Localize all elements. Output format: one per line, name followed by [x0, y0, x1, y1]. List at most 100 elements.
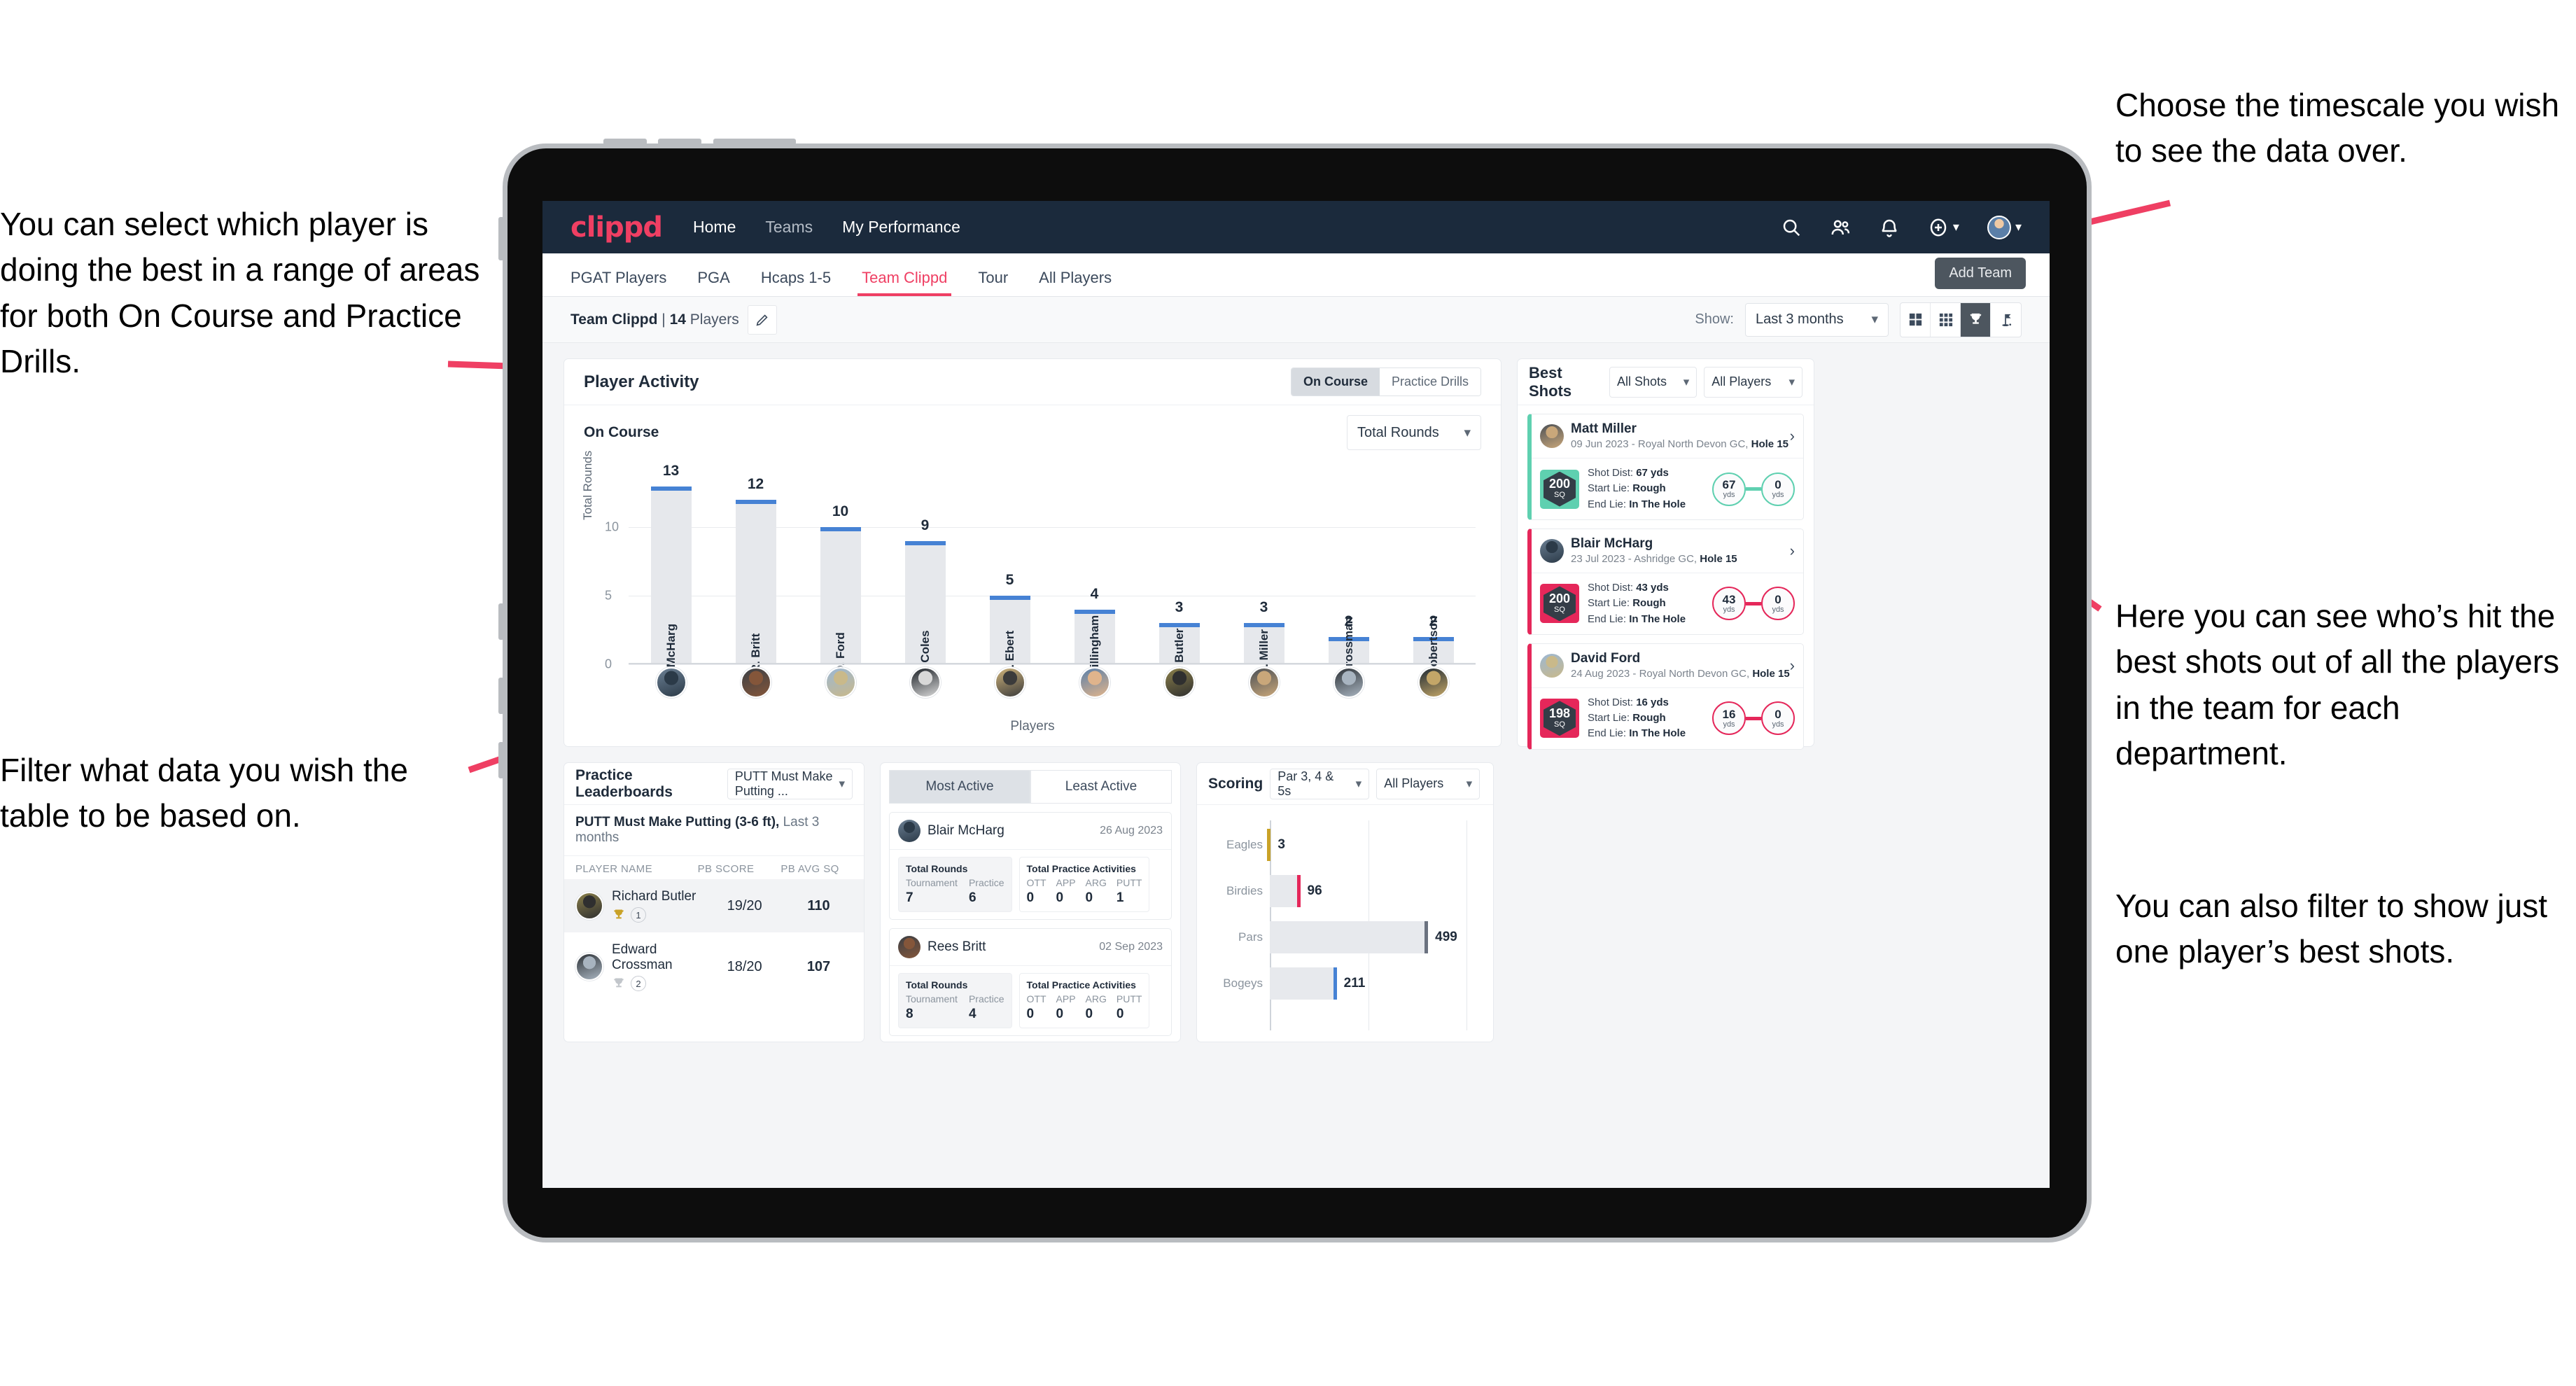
putt-stat: PUTT 0: [1116, 993, 1142, 1022]
bell-icon[interactable]: [1879, 217, 1900, 238]
tab-pga[interactable]: PGA: [697, 269, 729, 296]
scoring-player-select[interactable]: All Players ▾: [1376, 768, 1480, 799]
shot-type-select[interactable]: All Shots ▾: [1609, 366, 1698, 398]
best-shots-player-value: All Players: [1712, 374, 1772, 388]
chevron-right-icon[interactable]: ›: [1790, 657, 1795, 675]
chart-player-avatars: [629, 667, 1476, 698]
tournament-stat: Tournament 7: [906, 877, 958, 906]
activity-item[interactable]: Blair McHarg 26 Aug 2023 Total Rounds To…: [889, 812, 1172, 920]
chart-bar[interactable]: 2 E. Crossman: [1328, 613, 1369, 690]
shot-distance-diagram: 43 yds 0 yds: [1712, 587, 1795, 621]
chart-bar[interactable]: 12 R. Britt: [735, 476, 776, 673]
end-distance-value: 0: [1774, 592, 1782, 606]
chart-bar[interactable]: 2 C. Robertson: [1413, 613, 1454, 690]
chart-player-avatar[interactable]: [1418, 667, 1449, 698]
chart-bar-cap: [1243, 623, 1284, 628]
activity-item[interactable]: Rees Britt 02 Sep 2023 Total Rounds Tour…: [889, 928, 1172, 1036]
arg-value: 0: [1085, 890, 1093, 905]
leaderboard-row[interactable]: Edward Crossman 2 18/20 107: [564, 932, 864, 1001]
par-select[interactable]: Par 3, 4 & 5s ▾: [1270, 768, 1370, 799]
chart-player-avatar[interactable]: [994, 667, 1026, 698]
scoring-bar-row[interactable]: Birdies 96: [1226, 875, 1322, 907]
shot-start-distance: 67 yds: [1712, 472, 1746, 506]
scoring-bar-row[interactable]: Pars 499: [1238, 921, 1457, 953]
chart-bar-cap: [1158, 623, 1200, 628]
show-label: Show:: [1695, 312, 1734, 327]
tab-hcaps-1-5[interactable]: Hcaps 1-5: [761, 269, 831, 296]
chart-player-avatar[interactable]: [1248, 667, 1280, 698]
best-shot-item[interactable]: Matt Miller 09 Jun 2023 - Royal North De…: [1527, 414, 1804, 520]
ott-label: OTT: [1026, 877, 1046, 888]
chart-bar[interactable]: 13 B. McHarg: [650, 463, 692, 682]
chart-bar[interactable]: 10 D. Ford: [820, 503, 861, 674]
search-icon[interactable]: [1781, 217, 1802, 238]
putt-label: PUTT: [1116, 993, 1142, 1004]
toggle-on-course[interactable]: On Course: [1291, 368, 1380, 396]
chart-player-avatar[interactable]: [740, 667, 771, 698]
activity-card: Most Active Least Active Blair McHarg 26…: [880, 762, 1181, 1042]
chevron-down-icon-profile[interactable]: ▾: [2015, 220, 2022, 234]
golf-flag-icon[interactable]: [1991, 303, 2021, 337]
chart-bar[interactable]: 3 M. Miller: [1243, 599, 1284, 677]
chart-player-avatar[interactable]: [825, 667, 856, 698]
rank-badge: 1: [631, 907, 646, 923]
chart-bar[interactable]: 9 J. Coles: [904, 517, 946, 676]
chart-player-avatar[interactable]: [1333, 667, 1364, 698]
tab-tour[interactable]: Tour: [978, 269, 1008, 296]
tab-team-clippd[interactable]: Team Clippd: [858, 269, 952, 296]
chart-bar[interactable]: 3 R. Butler: [1158, 599, 1200, 678]
timescale-select[interactable]: Last 3 months ▾: [1745, 302, 1889, 337]
chevron-right-icon[interactable]: ›: [1790, 427, 1795, 445]
grid-small-icon[interactable]: [1931, 302, 1961, 337]
edit-team-button[interactable]: [747, 304, 777, 335]
leaderboard-badges: 1: [612, 907, 704, 923]
best-shot-player: Matt Miller: [1571, 421, 1637, 436]
tournament-label: Tournament: [906, 877, 958, 888]
shot-distance-diagram: 67 yds 0 yds: [1712, 472, 1795, 506]
start-lie-line: Start Lie: Rough: [1588, 482, 1666, 495]
chart-player-avatar[interactable]: [655, 667, 687, 698]
trophy-icon[interactable]: [1961, 302, 1991, 337]
nav-link-teams[interactable]: Teams: [765, 218, 813, 237]
ott-stat: OTT 0: [1027, 877, 1046, 906]
chevron-down-icon-add[interactable]: ▾: [1953, 220, 1959, 234]
tab-most-active[interactable]: Most Active: [889, 770, 1030, 804]
avatar[interactable]: [1987, 215, 2011, 239]
metric-select[interactable]: Total Rounds ▾: [1347, 415, 1481, 450]
end-distance-unit: yds: [1772, 720, 1784, 729]
chart-x-axis-label: Players: [1010, 719, 1055, 734]
scoring-bar: 499: [1270, 921, 1457, 953]
tab-least-active[interactable]: Least Active: [1030, 770, 1172, 804]
practice-leaderboards-title: Practice Leaderboards: [575, 766, 673, 800]
chart-player-avatar[interactable]: [909, 667, 941, 698]
people-icon[interactable]: [1830, 217, 1851, 238]
scoring-bar-row[interactable]: Bogeys 211: [1223, 967, 1365, 1000]
annotation-player-select: You can select which player is doing the…: [0, 206, 480, 379]
best-shot-item[interactable]: Blair McHarg 23 Jul 2023 - Ashridge GC, …: [1527, 528, 1804, 635]
leaderboard-row[interactable]: Richard Butler 1 19/20 110: [564, 879, 864, 932]
chevron-down-icon: ▾: [1683, 374, 1690, 388]
nav-link-my-performance[interactable]: My Performance: [842, 218, 960, 237]
nav-link-home[interactable]: Home: [693, 218, 736, 237]
best-shot-header: Blair McHarg 23 Jul 2023 - Ashridge GC, …: [1532, 529, 1803, 574]
chart-player-avatar[interactable]: [1163, 667, 1195, 698]
toggle-practice-drills[interactable]: Practice Drills: [1379, 368, 1480, 396]
plus-circle-icon[interactable]: [1928, 217, 1949, 238]
chart-bar[interactable]: 5 E. Ebert: [989, 572, 1030, 676]
chart-plot-area: 0 5 10 13 B. McHarg 12 R. Britt 10 D. Ford 9 J. Co…: [605, 463, 1476, 691]
clippd-logo[interactable]: clippd: [570, 211, 663, 244]
start-distance-value: 67: [1722, 478, 1736, 492]
annotation-best-shots: Here you can see who’s hit the best shot…: [2115, 598, 2560, 771]
drill-select[interactable]: PUTT Must Make Putting ... ▾: [727, 768, 853, 799]
practice-leaderboards-header: Practice Leaderboards PUTT Must Make Put…: [564, 763, 864, 805]
best-shot-details: Shot Dist: 43 yds Start Lie: Rough End L…: [1588, 580, 1686, 627]
grid-large-icon[interactable]: [1900, 302, 1931, 337]
chart-player-avatar[interactable]: [1079, 667, 1110, 698]
chevron-right-icon[interactable]: ›: [1790, 542, 1795, 560]
chart-bar[interactable]: 4 D. Billingham: [1074, 586, 1115, 691]
tab-all-players[interactable]: All Players: [1039, 269, 1112, 296]
best-shot-item[interactable]: David Ford 24 Aug 2023 - Royal North Dev…: [1527, 643, 1804, 750]
tab-pgat-players[interactable]: PGAT Players: [570, 269, 666, 296]
best-shots-header: Best Shots All Shots ▾ All Players ▾: [1518, 359, 1814, 405]
best-shots-player-select[interactable]: All Players ▾: [1704, 366, 1802, 398]
